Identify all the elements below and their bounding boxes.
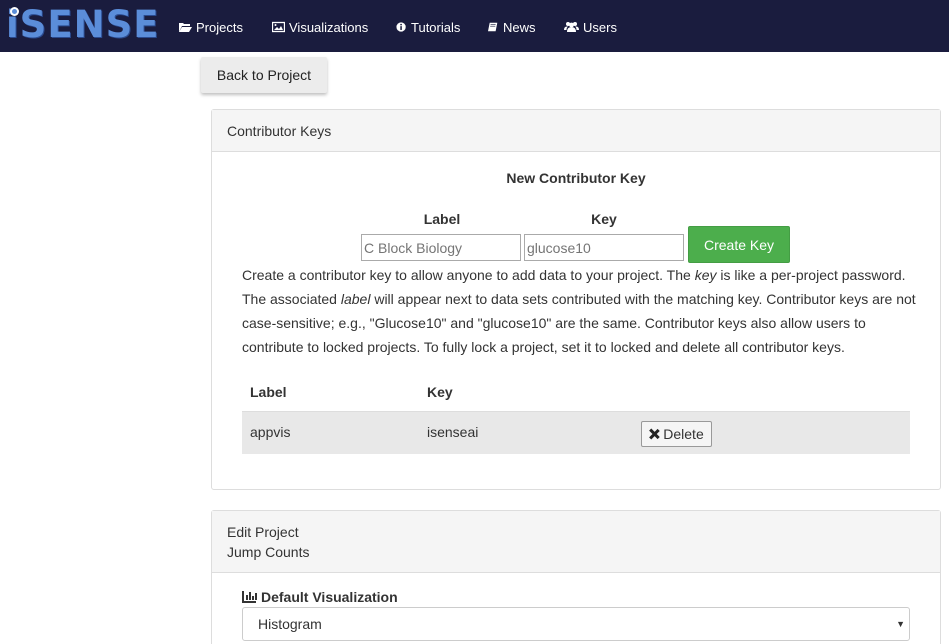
- users-icon: [564, 22, 579, 32]
- description-label-emphasis: label: [340, 291, 371, 307]
- contributor-key-description: Create a contributor key to allow anyone…: [242, 263, 922, 359]
- folder-open-icon: [179, 23, 192, 32]
- bar-chart-icon: [242, 591, 257, 603]
- info-circle-icon: [396, 22, 406, 32]
- row-label-cell: appvis: [250, 424, 291, 440]
- nav-projects[interactable]: Projects: [179, 18, 243, 36]
- logo-text: iSENSE: [6, 3, 160, 46]
- back-to-project-button[interactable]: Back to Project: [201, 57, 327, 93]
- key-input[interactable]: [524, 234, 684, 261]
- chevron-down-icon: ▼: [896, 619, 905, 629]
- label-field-label: Label: [423, 211, 461, 227]
- nav-users[interactable]: Users: [564, 18, 617, 36]
- table-header-label: Label: [250, 384, 287, 400]
- default-visualization-text: Default Visualization: [261, 589, 398, 605]
- nav-users-label: Users: [583, 19, 617, 35]
- nav-tutorials[interactable]: Tutorials: [396, 18, 460, 36]
- default-visualization-select[interactable]: Histogram ▼: [242, 607, 910, 641]
- new-contributor-key-title: New Contributor Key: [506, 170, 646, 186]
- contributor-keys-heading: Contributor Keys: [212, 110, 940, 152]
- default-visualization-value: Histogram: [258, 616, 322, 632]
- create-key-button[interactable]: Create Key: [688, 226, 790, 263]
- logo-dot-icon: [10, 7, 19, 16]
- edit-project-title: Edit Project: [227, 524, 299, 540]
- label-input[interactable]: [361, 234, 521, 261]
- edit-project-heading: Edit Project Jump Counts: [212, 511, 940, 573]
- image-icon: [272, 21, 285, 33]
- table-header-key: Key: [427, 384, 453, 400]
- close-icon: [649, 429, 659, 439]
- project-name: Jump Counts: [227, 544, 310, 560]
- contributor-keys-panel: Contributor Keys New Contributor Key Lab…: [211, 109, 941, 490]
- table-row: appvis isenseai Delete: [242, 411, 910, 454]
- nav-visualizations-label: Visualizations: [289, 19, 369, 35]
- nav-news-label: News: [503, 19, 536, 35]
- nav-tutorials-label: Tutorials: [411, 19, 461, 35]
- navbar: iSENSE Projects Visualizations Tutorials: [0, 0, 949, 52]
- row-key-cell: isenseai: [427, 424, 479, 440]
- delete-key-button[interactable]: Delete: [641, 421, 712, 447]
- description-key-emphasis: key: [694, 267, 717, 283]
- description-part-1: Create a contributor key to allow anyone…: [242, 267, 695, 283]
- delete-button-label: Delete: [663, 426, 704, 442]
- key-field-label: Key: [591, 211, 617, 227]
- nav-visualizations[interactable]: Visualizations: [272, 18, 368, 36]
- nav-news[interactable]: News: [488, 18, 536, 36]
- isense-logo[interactable]: iSENSE: [6, 3, 160, 46]
- edit-project-panel: Edit Project Jump Counts Default Visuali…: [211, 510, 941, 644]
- book-icon: [488, 22, 498, 32]
- nav-projects-label: Projects: [196, 19, 243, 35]
- default-visualization-label: Default Visualization: [242, 589, 398, 605]
